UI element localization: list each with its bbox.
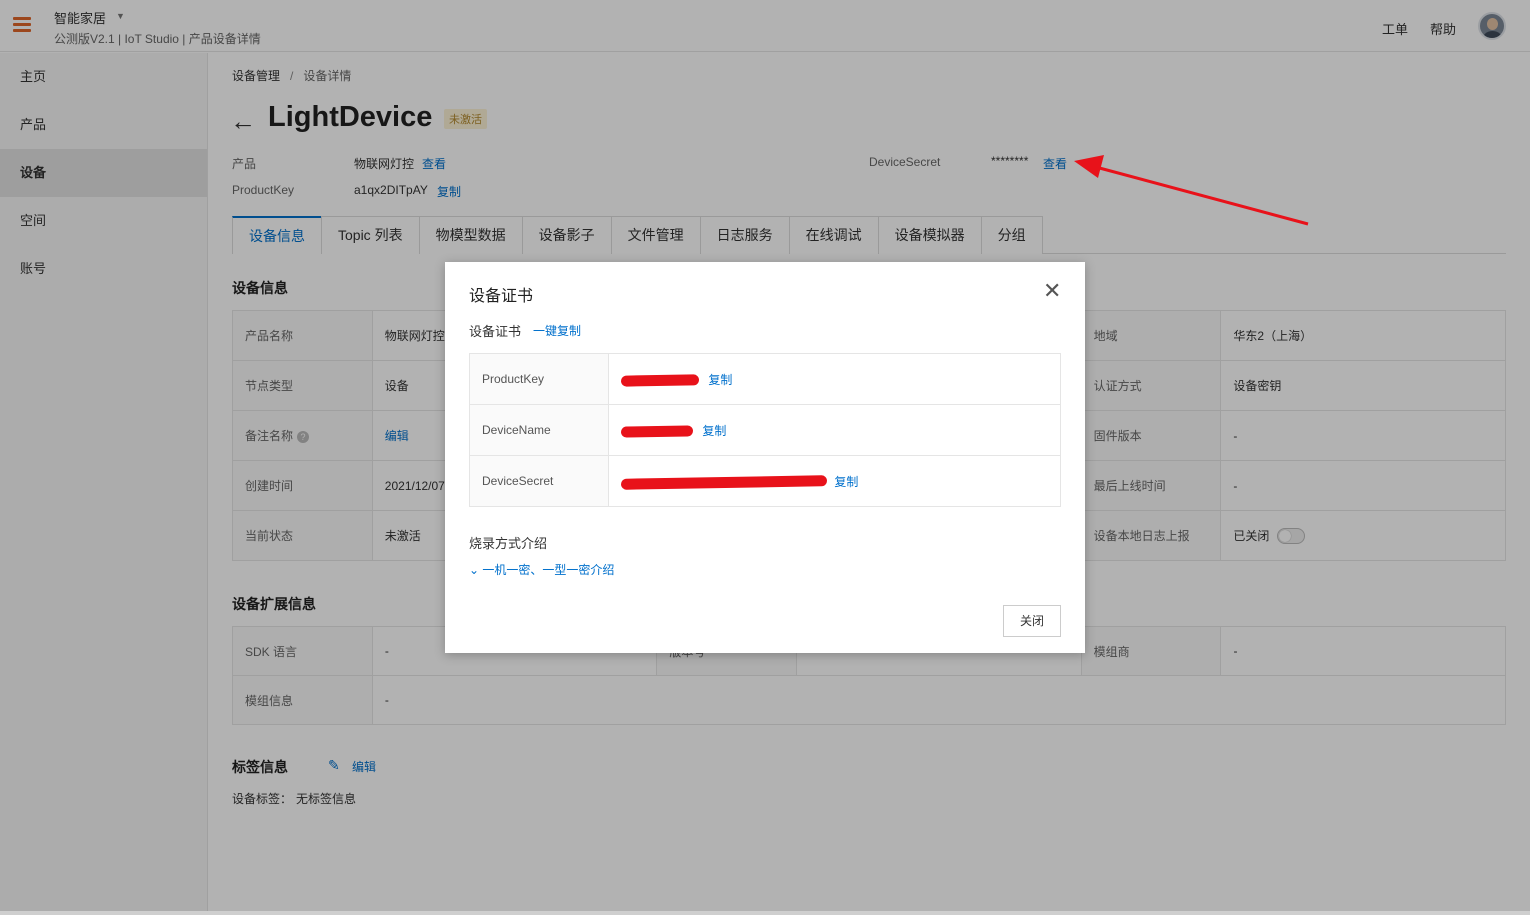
devicename-copy[interactable]: 复制 [702, 424, 726, 438]
chevron-down-icon: ⌄ [469, 563, 480, 577]
table-row: DeviceName 复制 [469, 404, 1061, 456]
close-icon[interactable]: ✕ [1043, 280, 1061, 302]
redaction-mark [620, 425, 694, 438]
copy-all-link[interactable]: 一键复制 [533, 322, 581, 339]
cert-value: 复制 [608, 455, 1061, 507]
devicesecret-copy[interactable]: 复制 [834, 475, 858, 489]
certificate-modal: 设备证书 ✕ 设备证书 一键复制 ProductKey 复制 DeviceNam… [445, 262, 1085, 653]
burn-method-link[interactable]: ⌄ 一机一密、一型一密介绍 [469, 561, 614, 578]
redaction-mark [620, 374, 700, 387]
bottom-bar [0, 911, 1530, 915]
redaction-mark [620, 475, 828, 490]
burn-method-link-text: 一机一密、一型一密介绍 [482, 563, 615, 577]
table-row: DeviceSecret 复制 [469, 455, 1061, 507]
cert-value: 复制 [608, 404, 1061, 456]
cert-key: DeviceSecret [469, 455, 609, 507]
close-button[interactable]: 关闭 [1003, 605, 1061, 637]
burn-method-title: 烧录方式介绍 [469, 536, 548, 551]
cert-value: 复制 [608, 353, 1061, 405]
cert-key: ProductKey [469, 353, 609, 405]
cert-table: ProductKey 复制 DeviceName 复制 DeviceSecret… [469, 353, 1061, 507]
cert-key: DeviceName [469, 404, 609, 456]
modal-title: 设备证书 [469, 288, 534, 305]
productkey-copy[interactable]: 复制 [708, 373, 732, 387]
cert-label: 设备证书 [469, 324, 522, 339]
table-row: ProductKey 复制 [469, 353, 1061, 405]
